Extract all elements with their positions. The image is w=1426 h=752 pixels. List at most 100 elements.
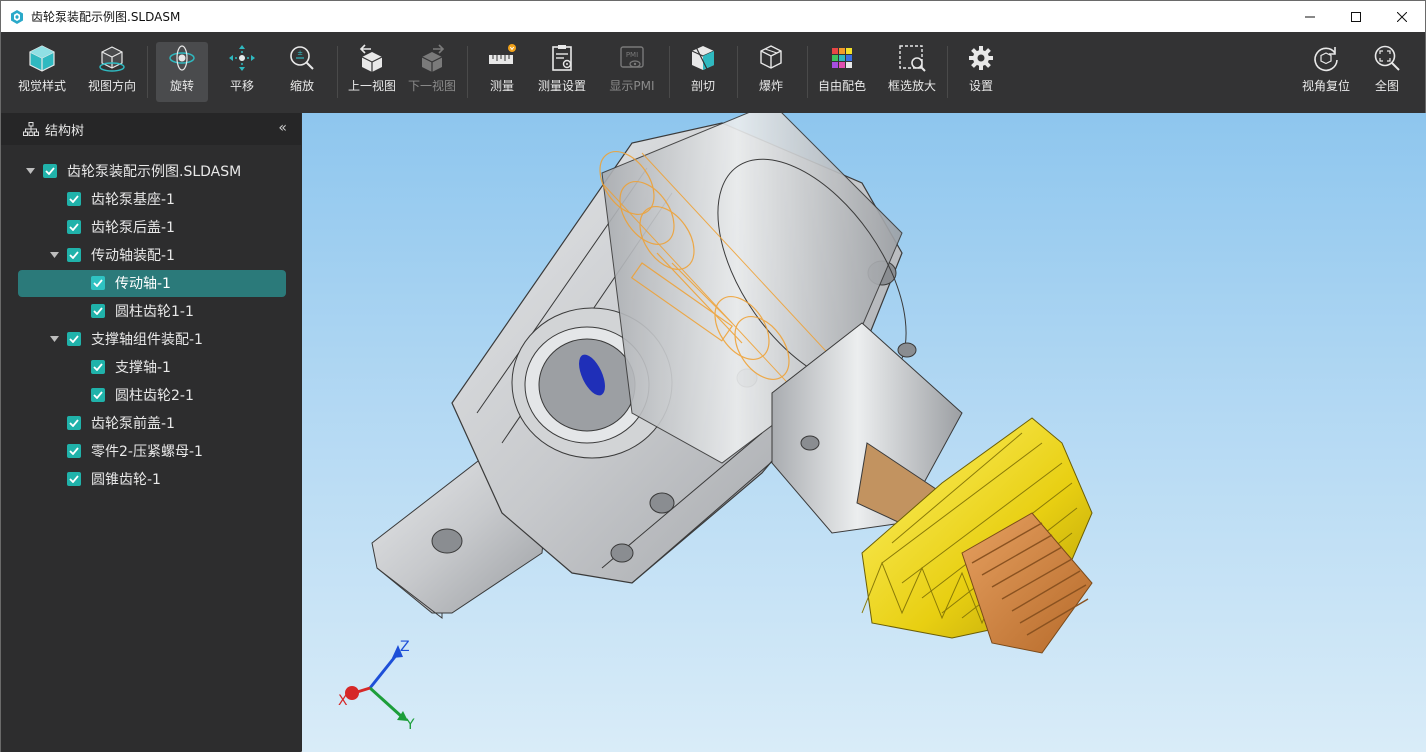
pan-button[interactable]: 平移 xyxy=(217,42,267,102)
toolbar-divider xyxy=(669,46,670,98)
zoom-fit-button[interactable]: 全图 xyxy=(1367,42,1407,102)
rotate-button[interactable]: 旋转 xyxy=(156,42,208,102)
section-icon xyxy=(688,42,718,74)
visibility-checkbox[interactable] xyxy=(67,416,81,430)
show-pmi-label: 显示PMI xyxy=(609,79,655,93)
rotate-label: 旋转 xyxy=(169,79,194,93)
explode-label: 爆炸 xyxy=(758,79,783,93)
next-view-label: 下一视图 xyxy=(407,79,456,93)
visibility-checkbox[interactable] xyxy=(67,332,81,346)
maximize-icon xyxy=(1351,11,1361,22)
view-direction-button[interactable]: 视图方向 xyxy=(85,42,139,102)
tree-node-label: 齿轮泵基座-1 xyxy=(91,192,175,208)
tree-node-label: 支撑轴-1 xyxy=(115,360,171,376)
tree-node[interactable]: 支撑轴-1 xyxy=(1,353,301,381)
visual-style-label: 视觉样式 xyxy=(17,79,66,93)
measure-label: 测量 xyxy=(489,79,514,93)
structure-tree-panel: 结构树 « 齿轮泵装配示例图.SLDASM 齿轮泵基座-1 齿轮泵后盖-1 传动轴装配… xyxy=(1,113,301,752)
checkmark-icon xyxy=(69,419,79,427)
visibility-checkbox[interactable] xyxy=(67,220,81,234)
tree-node-label: 圆锥齿轮-1 xyxy=(91,472,161,488)
box-zoom-label: 框选放大 xyxy=(887,79,936,93)
collapse-panel-button[interactable]: « xyxy=(278,120,287,136)
tree-node[interactable]: 圆柱齿轮2-1 xyxy=(1,381,301,409)
visibility-checkbox[interactable] xyxy=(43,164,57,178)
tree-node[interactable]: 圆柱齿轮1-1 xyxy=(1,297,301,325)
section-button[interactable]: 剖切 xyxy=(681,42,725,102)
expand-arrow-icon[interactable] xyxy=(49,334,59,344)
visibility-checkbox[interactable] xyxy=(91,360,105,374)
tree-node-label: 传动轴装配-1 xyxy=(91,248,175,264)
model-render: Z Y X xyxy=(338,113,1093,733)
zoom-button[interactable]: ± 缩放 xyxy=(277,42,327,102)
tree-node-label: 圆柱齿轮2-1 xyxy=(115,388,194,404)
visual-style-button[interactable]: 视觉样式 xyxy=(15,42,69,102)
minimize-button[interactable] xyxy=(1287,1,1333,32)
app-logo-icon xyxy=(11,9,23,24)
tree-node[interactable]: 零件2-压紧螺母-1 xyxy=(1,437,301,465)
toolbar-divider xyxy=(737,46,738,98)
show-pmi-button[interactable]: PMI 显示PMI xyxy=(605,42,659,102)
visibility-checkbox[interactable] xyxy=(67,248,81,262)
tree-structure-icon xyxy=(23,122,39,136)
close-button[interactable] xyxy=(1379,1,1425,32)
visibility-checkbox[interactable] xyxy=(91,304,105,318)
z-axis-label: Z xyxy=(400,639,410,655)
tree-node[interactable]: 齿轮泵基座-1 xyxy=(1,185,301,213)
tree-node[interactable]: 传动轴装配-1 xyxy=(1,241,301,269)
tree-node[interactable]: 传动轴-1 xyxy=(1,269,301,297)
window-title: 齿轮泵装配示例图.SLDASM xyxy=(31,10,181,24)
visibility-checkbox[interactable] xyxy=(67,192,81,206)
app-window: 齿轮泵装配示例图.SLDASM 视觉样式 视图方向 旋转 平移 ± 缩放 上一视… xyxy=(0,0,1426,752)
visibility-checkbox[interactable] xyxy=(67,472,81,486)
tree-node[interactable]: 齿轮泵前盖-1 xyxy=(1,409,301,437)
toolbar-divider xyxy=(147,46,148,98)
previous-view-button[interactable]: 上一视图 xyxy=(345,42,399,102)
3d-viewport[interactable]: Z Y X xyxy=(302,113,1426,752)
minimize-icon xyxy=(1305,16,1315,17)
checkmark-icon xyxy=(69,223,79,231)
maximize-button[interactable] xyxy=(1333,1,1379,32)
pan-icon xyxy=(227,42,257,74)
gear-icon xyxy=(966,42,996,74)
measure-button[interactable]: 测量 xyxy=(477,42,527,102)
expand-arrow-icon[interactable] xyxy=(49,250,59,260)
settings-label: 设置 xyxy=(968,79,993,93)
tree-node-label: 支撑轴组件装配-1 xyxy=(91,332,203,348)
visibility-checkbox[interactable] xyxy=(91,388,105,402)
checkmark-icon xyxy=(93,279,103,287)
pan-label: 平移 xyxy=(229,79,254,93)
tree-node[interactable]: 圆锥齿轮-1 xyxy=(1,465,301,493)
zoom-label: 缩放 xyxy=(289,79,314,93)
previous-view-label: 上一视图 xyxy=(347,79,396,93)
section-label: 剖切 xyxy=(690,79,715,93)
visibility-checkbox[interactable] xyxy=(91,276,105,290)
free-color-label: 自由配色 xyxy=(817,79,866,93)
tree-node[interactable]: 齿轮泵装配示例图.SLDASM xyxy=(1,157,301,185)
box-zoom-button[interactable]: 框选放大 xyxy=(885,42,939,102)
checkmark-icon xyxy=(93,391,103,399)
reset-view-button[interactable]: 视角复位 xyxy=(1297,42,1355,102)
checkmark-icon xyxy=(45,167,55,175)
rotate-icon xyxy=(167,42,197,74)
main-toolbar: 视觉样式 视图方向 旋转 平移 ± 缩放 上一视图 下一视图 测量 测量设置 P… xyxy=(1,32,1425,113)
next-view-button[interactable]: 下一视图 xyxy=(405,42,459,102)
view-direction-label: 视图方向 xyxy=(87,79,136,93)
x-axis-label: X xyxy=(338,693,348,709)
checkmark-icon xyxy=(69,475,79,483)
tree-node-label: 齿轮泵前盖-1 xyxy=(91,416,175,432)
checkmark-icon xyxy=(69,335,79,343)
visibility-checkbox[interactable] xyxy=(67,444,81,458)
explode-button[interactable]: 爆炸 xyxy=(749,42,793,102)
settings-button[interactable]: 设置 xyxy=(959,42,1003,102)
svg-text:±: ± xyxy=(297,49,303,57)
free-color-button[interactable]: 自由配色 xyxy=(815,42,869,102)
tree-node-label: 零件2-压紧螺母-1 xyxy=(91,444,203,460)
tree-node[interactable]: 齿轮泵后盖-1 xyxy=(1,213,301,241)
measure-settings-label: 测量设置 xyxy=(537,79,586,93)
tree-node[interactable]: 支撑轴组件装配-1 xyxy=(1,325,301,353)
expand-arrow-icon[interactable] xyxy=(25,166,35,176)
toolbar-divider xyxy=(807,46,808,98)
measure-settings-button[interactable]: 测量设置 xyxy=(535,42,589,102)
svg-text:PMI: PMI xyxy=(626,51,638,59)
